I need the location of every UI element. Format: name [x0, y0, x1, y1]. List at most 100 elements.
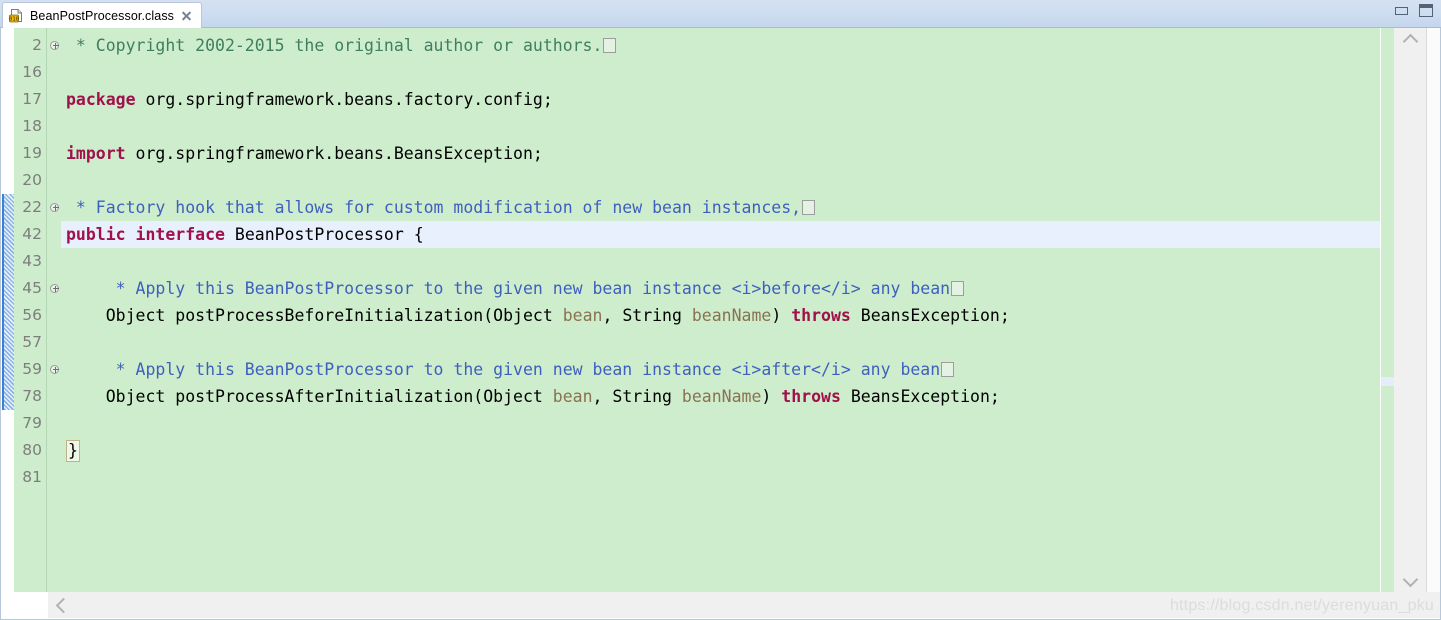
horizontal-scrollbar-track[interactable]: [48, 592, 1440, 618]
chevron-down-icon[interactable]: [1394, 570, 1426, 592]
eclipse-editor-window: 010 BeanPostProcessor.class 2 16 17 18 19 20 2…: [0, 0, 1441, 620]
fold-expand-icon[interactable]: [48, 356, 61, 383]
code-token-plain: org.springframework.beans.BeansException…: [125, 144, 543, 163]
code-token-plain: org.springframework.beans.factory.config…: [135, 90, 553, 109]
code-token-kw: package: [66, 90, 136, 109]
code-line[interactable]: [61, 410, 1391, 437]
change-marker: [2, 194, 14, 410]
fold-expand-icon[interactable]: [48, 194, 61, 221]
chevron-left-icon[interactable]: [48, 592, 74, 618]
code-line[interactable]: package org.springframework.beans.factor…: [61, 86, 1391, 113]
line-number: 17: [22, 90, 42, 108]
code-token-plain: Object postProcessBeforeInitialization(O…: [66, 306, 563, 325]
editor-tab-beanpostprocessor[interactable]: 010 BeanPostProcessor.class: [2, 2, 203, 28]
fold-expand-icon[interactable]: [48, 32, 61, 59]
line-number: 19: [22, 144, 42, 162]
horizontal-scrollbar[interactable]: [2, 592, 1440, 618]
window-controls: [1395, 4, 1433, 17]
code-token-plain: ): [771, 306, 792, 325]
code-token-kw: throws: [791, 306, 851, 325]
code-line[interactable]: * Apply this BeanPostProcessor to the gi…: [61, 275, 1391, 302]
line-number: 18: [22, 117, 42, 135]
code-line[interactable]: [61, 59, 1391, 86]
code-line[interactable]: [61, 113, 1391, 140]
code-folding-column[interactable]: [47, 28, 61, 592]
collapsed-region-icon[interactable]: [941, 362, 955, 377]
code-token-plain: Object postProcessAfterInitialization(Ob…: [66, 387, 553, 406]
chevron-up-icon[interactable]: [1394, 28, 1426, 50]
code-token-plain: , String: [602, 306, 692, 325]
code-token-param: beanName: [681, 387, 762, 406]
line-number: 57: [22, 333, 42, 351]
code-line[interactable]: public interface BeanPostProcessor {: [61, 221, 1391, 248]
code-token-param: beanName: [691, 306, 772, 325]
code-line[interactable]: [61, 248, 1391, 275]
collapsed-region-icon[interactable]: [951, 281, 965, 296]
collapsed-region-icon[interactable]: [603, 38, 617, 53]
editor-frame: 2 16 17 18 19 20 22 42 43 45 56 57 59 78 79 80 81 * Copy…: [0, 28, 1441, 620]
fold-expand-icon[interactable]: [48, 275, 61, 302]
code-line[interactable]: * Apply this BeanPostProcessor to the gi…: [61, 356, 1391, 383]
code-token-kw: public interface: [66, 225, 225, 244]
editor-tab-bar: 010 BeanPostProcessor.class: [0, 0, 1441, 28]
code-token-plain: ): [761, 387, 782, 406]
code-line[interactable]: Object postProcessBeforeInitialization(O…: [61, 302, 1391, 329]
code-line[interactable]: * Factory hook that allows for custom mo…: [61, 194, 1391, 221]
code-token-kw: import: [66, 144, 126, 163]
code-line[interactable]: [61, 464, 1391, 491]
code-line[interactable]: }: [61, 437, 1391, 464]
line-number-gutter: 2 16 17 18 19 20 22 42 43 45 56 57 59 78 79 80 81: [14, 28, 47, 592]
code-line[interactable]: [61, 329, 1391, 356]
minimize-icon[interactable]: [1395, 6, 1408, 15]
line-number: 56: [22, 306, 42, 324]
code-text-area[interactable]: * Copyright 2002-2015 the original autho…: [61, 28, 1391, 592]
svg-text:010: 010: [9, 17, 19, 23]
collapsed-region-icon[interactable]: [802, 200, 816, 215]
code-token-param: bean: [562, 306, 603, 325]
editor-right-strip: [1426, 28, 1440, 592]
class-file-icon: 010: [9, 8, 24, 23]
code-token-plain: BeansException;: [840, 387, 1000, 406]
code-token-doc: * Factory hook that allows for custom mo…: [66, 198, 802, 217]
code-line[interactable]: * Copyright 2002-2015 the original autho…: [61, 32, 1391, 59]
line-number: 80: [22, 441, 42, 459]
change-indicator-bar: [2, 28, 14, 592]
line-number: 78: [22, 387, 42, 405]
close-icon[interactable]: [180, 10, 192, 22]
code-token-param: bean: [552, 387, 593, 406]
code-token-kw: throws: [781, 387, 841, 406]
code-token-plain: BeansException;: [850, 306, 1010, 325]
code-line[interactable]: [61, 167, 1391, 194]
line-number: 81: [22, 468, 42, 486]
code-token-plain: , String: [592, 387, 682, 406]
line-number: 42: [22, 225, 42, 243]
line-number: 2: [32, 36, 42, 54]
maximize-icon[interactable]: [1419, 4, 1433, 17]
line-number: 59: [22, 360, 42, 378]
code-token-cmt: * Copyright 2002-2015 the original autho…: [66, 36, 603, 55]
code-line[interactable]: import org.springframework.beans.BeansEx…: [61, 140, 1391, 167]
vertical-scrollbar[interactable]: [1394, 28, 1426, 592]
overview-ruler[interactable]: [1380, 28, 1395, 592]
line-number: 22: [22, 198, 42, 216]
line-number: 16: [22, 63, 42, 81]
code-line[interactable]: Object postProcessAfterInitialization(Ob…: [61, 383, 1391, 410]
matching-brace: }: [66, 440, 80, 462]
editor-tab-label: BeanPostProcessor.class: [30, 8, 175, 23]
line-number: 79: [22, 414, 42, 432]
line-number: 20: [22, 171, 42, 189]
overview-ruler-mark: [1381, 377, 1395, 386]
line-number: 45: [22, 279, 42, 297]
